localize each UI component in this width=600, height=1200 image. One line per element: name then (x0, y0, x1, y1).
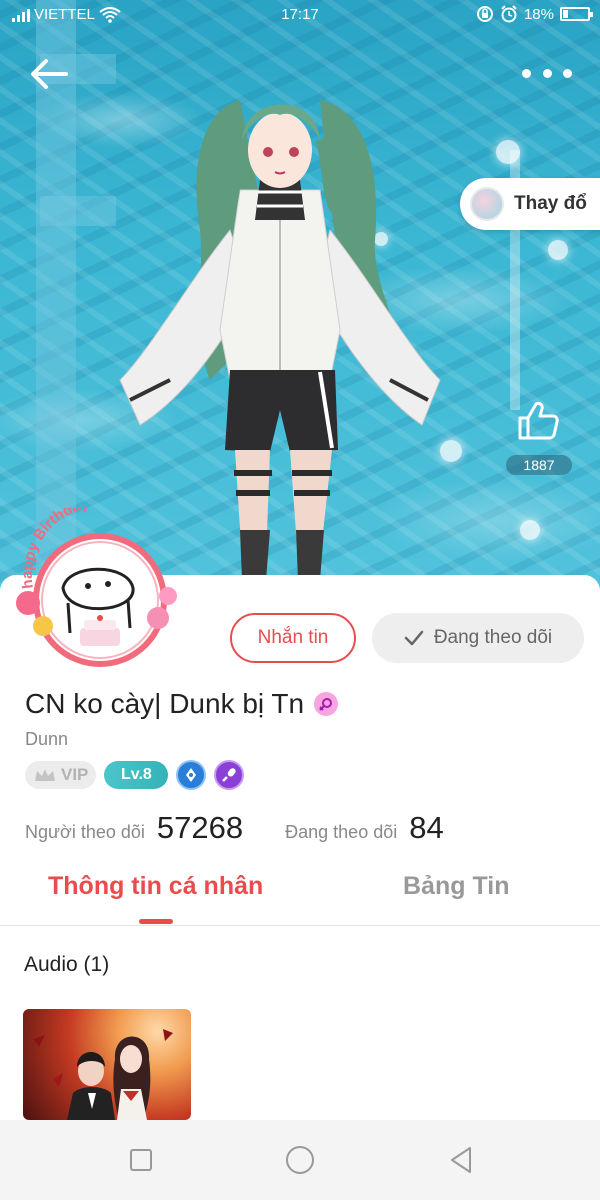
display-name: CN ko cày| Dunk bị Tn (25, 688, 305, 719)
light-bubble (548, 240, 568, 260)
profile-tabs: Thông tin cá nhân Bảng Tin (0, 858, 600, 926)
level-badge[interactable]: Lv.8 (104, 761, 169, 789)
audio-section-title: Audio (1) (24, 953, 110, 976)
badges-row: VIP Lv.8 (25, 760, 245, 790)
arrow-left-icon (31, 59, 68, 89)
level-label: Lv.8 (120, 766, 152, 783)
profile-name: CN ko cày| Dunk bị Tn (25, 688, 339, 720)
message-button-label: Nhắn tin (257, 627, 329, 648)
following-label[interactable]: Đang theo dõi (285, 822, 397, 843)
like-button[interactable]: 1887 (506, 398, 572, 475)
battery-icon (560, 7, 593, 21)
character-illustration (119, 100, 441, 580)
light-bubble (496, 140, 520, 164)
back-button[interactable] (28, 52, 72, 96)
followers-count[interactable]: 57268 (157, 810, 243, 846)
user-handle: Dunn (25, 729, 69, 749)
alarm-icon (501, 5, 517, 23)
change-background-button[interactable]: Thay đổ (460, 178, 600, 230)
avatar[interactable]: happy Birthday (8, 508, 186, 668)
audio-item-thumbnail[interactable] (23, 1009, 191, 1120)
battery-percent: 18% (523, 5, 554, 23)
message-button[interactable]: Nhắn tin (230, 613, 356, 663)
vip-label: VIP (61, 765, 89, 784)
back-triangle-icon[interactable] (443, 1142, 479, 1178)
light-bubble (520, 520, 540, 540)
follow-stats: Người theo dõi 57268 Đang theo dõi 84 (25, 810, 444, 846)
status-bar: VIETTEL 17:17 18% (0, 0, 600, 30)
active-tab-indicator (139, 919, 173, 924)
system-navigation-bar (0, 1120, 600, 1200)
checkmark-icon (404, 630, 424, 646)
tab-news-feed[interactable]: Bảng Tin (403, 872, 509, 901)
change-background-label: Thay đổ (514, 193, 587, 214)
thumbs-up-icon (518, 401, 559, 440)
followers-label[interactable]: Người theo dõi (25, 822, 145, 843)
like-count: 1887 (506, 455, 572, 475)
female-gender-icon (314, 692, 339, 716)
recent-apps-square-icon[interactable] (123, 1142, 159, 1178)
audio-cover-art (33, 1029, 173, 1120)
background-thumbnail (470, 187, 504, 221)
vip-badge[interactable]: VIP (25, 761, 97, 789)
more-options-button[interactable] (522, 60, 572, 86)
following-count[interactable]: 84 (409, 810, 443, 846)
rotation-lock-icon (476, 6, 493, 22)
tab-personal-info[interactable]: Thông tin cá nhân (48, 872, 263, 901)
pen-medal-icon[interactable] (176, 760, 207, 790)
home-circle-icon[interactable] (282, 1142, 318, 1178)
following-button-label: Đang theo dõi (433, 627, 553, 648)
more-dots-icon (522, 68, 531, 78)
crown-icon (35, 769, 55, 781)
following-button[interactable]: Đang theo dõi (372, 613, 584, 663)
microphone-medal-icon[interactable] (214, 760, 245, 790)
